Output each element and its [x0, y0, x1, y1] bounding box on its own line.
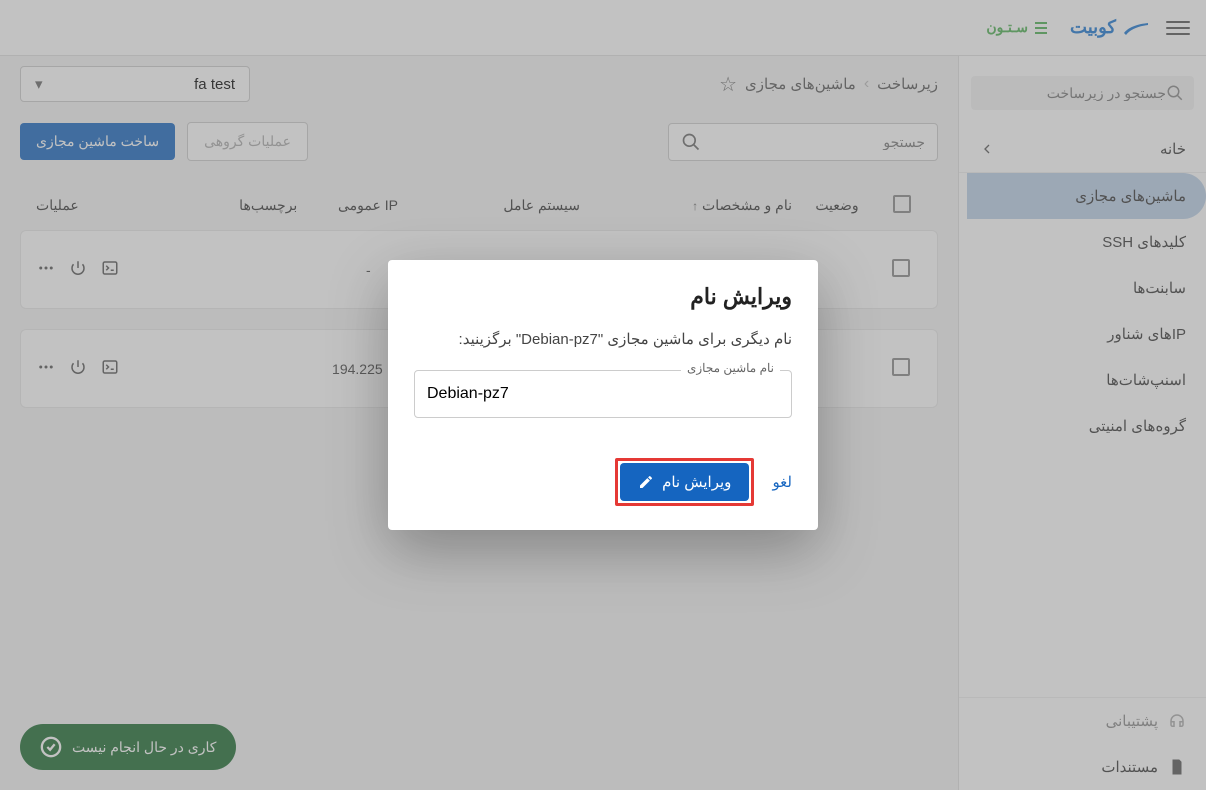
modal-title: ویرایش نام: [414, 284, 792, 310]
confirm-rename-button[interactable]: ویرایش نام: [620, 463, 749, 501]
highlight-annotation: ویرایش نام: [615, 458, 754, 506]
vm-name-input[interactable]: [414, 370, 792, 418]
modal-description: نام دیگری برای ماشین مجازی "Debian-pz7" …: [414, 330, 792, 348]
edit-icon: [638, 474, 654, 490]
vm-name-label: نام ماشین مجازی: [681, 361, 780, 375]
cancel-button[interactable]: لغو: [772, 473, 792, 491]
rename-modal: ویرایش نام نام دیگری برای ماشین مجازی "D…: [388, 260, 818, 530]
